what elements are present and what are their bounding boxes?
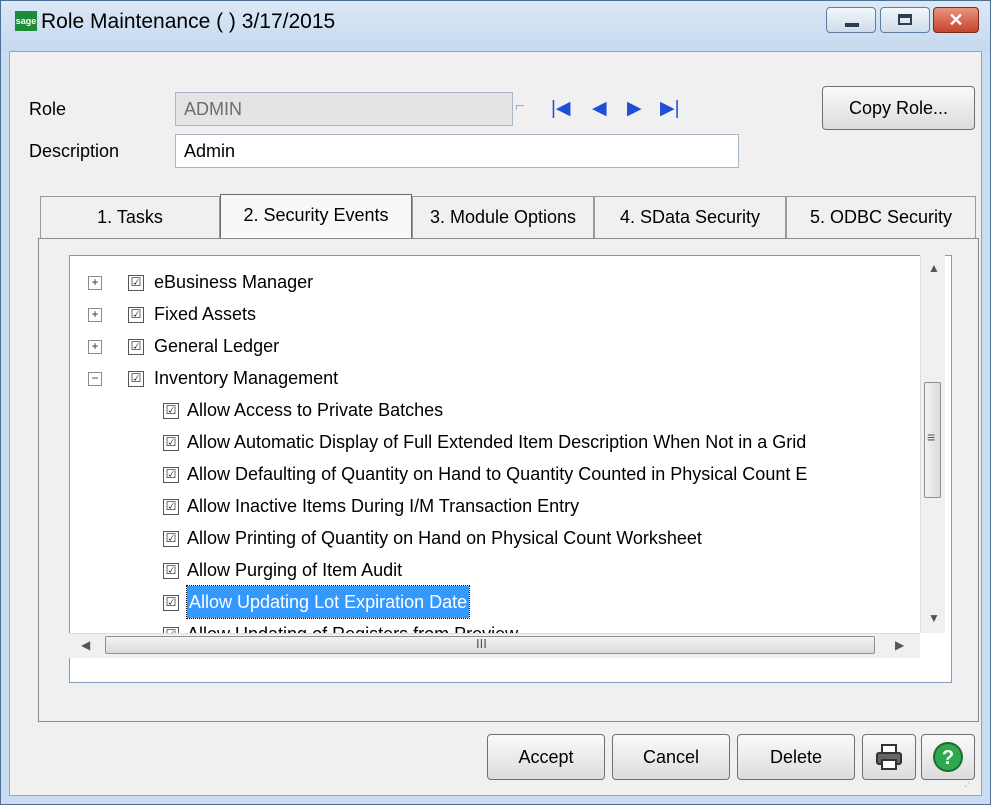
close-icon: ✕ — [948, 10, 964, 30]
expand-icon[interactable]: + — [88, 308, 102, 322]
sage-logo-icon: sage — [15, 11, 37, 31]
tab-odbc-security[interactable]: 5. ODBC Security — [786, 196, 976, 238]
description-field[interactable]: Admin — [175, 134, 739, 168]
checkbox[interactable]: ☑ — [163, 563, 179, 579]
tree-row-label-selected: Allow Updating Lot Expiration Date — [185, 585, 471, 619]
svg-text:?: ? — [942, 747, 954, 769]
scroll-left-icon[interactable]: ◀ — [81, 638, 90, 652]
horizontal-scrollbar[interactable]: ◀ III ▶ — [69, 633, 920, 658]
tree-row-label: Allow Purging of Item Audit — [187, 560, 403, 580]
next-record-icon[interactable]: ▶ — [627, 98, 642, 120]
security-tree[interactable]: + ☑ eBusiness Manager + ☑ Fixed Assets +… — [69, 255, 952, 683]
checkbox[interactable]: ☑ — [163, 595, 179, 611]
close-button[interactable]: ✕ — [933, 7, 979, 33]
tree-row-label: Allow Printing of Quantity on Hand on Ph… — [187, 528, 702, 548]
tab-sdata-security[interactable]: 4. SData Security — [594, 196, 786, 238]
copy-role-button[interactable]: Copy Role... — [822, 86, 975, 130]
checkbox[interactable]: ☑ — [163, 467, 179, 483]
security-events-panel: + ☑ eBusiness Manager + ☑ Fixed Assets +… — [38, 238, 979, 722]
checkbox[interactable]: ☑ — [163, 403, 179, 419]
description-label: Description — [29, 141, 120, 161]
scroll-right-icon[interactable]: ▶ — [895, 638, 904, 652]
tree-row-label: Fixed Assets — [154, 304, 257, 324]
last-record-icon[interactable]: ▶| — [660, 98, 680, 120]
tab-tasks[interactable]: 1. Tasks — [40, 196, 220, 238]
vertical-scrollbar[interactable]: ▲ ≡ ▼ — [920, 255, 945, 633]
horizontal-scroll-thumb[interactable]: III — [105, 636, 875, 654]
expand-icon[interactable]: + — [88, 276, 102, 290]
delete-button[interactable]: Delete — [737, 734, 855, 780]
print-button[interactable] — [862, 734, 916, 780]
lookup-icon[interactable]: ⌐ — [515, 98, 533, 122]
checkbox[interactable]: ☑ — [163, 499, 179, 515]
checkbox[interactable]: ☑ — [163, 531, 179, 547]
tab-security-events[interactable]: 2. Security Events — [220, 194, 412, 240]
minimize-button[interactable] — [826, 7, 876, 33]
tree-row-label: Inventory Management — [154, 368, 339, 388]
scroll-up-icon[interactable]: ▲ — [928, 261, 940, 275]
grip-icon: ≡ — [927, 429, 936, 445]
maximize-button[interactable] — [880, 7, 930, 33]
previous-record-icon[interactable]: ◀ — [592, 98, 607, 120]
minimize-icon — [845, 23, 859, 27]
role-field[interactable]: ADMIN — [175, 92, 513, 126]
cancel-button[interactable]: Cancel — [612, 734, 730, 780]
tree-row-label: Allow Defaulting of Quantity on Hand to … — [187, 464, 808, 484]
tree-row-label: Allow Automatic Display of Full Extended… — [187, 432, 807, 452]
checkbox[interactable]: ☑ — [128, 339, 144, 355]
accept-button[interactable]: Accept — [487, 734, 605, 780]
printer-icon — [876, 744, 902, 770]
role-label: Role — [29, 99, 67, 119]
checkbox[interactable]: ☑ — [128, 307, 144, 323]
window-title: Role Maintenance ( ) 3/17/2015 — [41, 10, 336, 33]
title-bar: sage Role Maintenance ( ) 3/17/2015 ✕ — [1, 1, 990, 51]
tree-row-label: Allow Inactive Items During I/M Transact… — [187, 496, 580, 516]
scroll-down-icon[interactable]: ▼ — [928, 611, 940, 625]
role-maintenance-window: sage Role Maintenance ( ) 3/17/2015 ✕ Ro… — [0, 0, 991, 805]
tree-row-label: Allow Access to Private Batches — [187, 400, 444, 420]
checkbox[interactable]: ☑ — [128, 275, 144, 291]
tree-row-label: eBusiness Manager — [154, 272, 314, 292]
resize-grip-icon[interactable]: ⋰ — [964, 778, 978, 792]
collapse-icon[interactable]: − — [88, 372, 102, 386]
tree-row-label: General Ledger — [154, 336, 280, 356]
help-icon: ? — [933, 742, 963, 772]
help-button[interactable]: ? — [921, 734, 975, 780]
checkbox[interactable]: ☑ — [163, 435, 179, 451]
maximize-icon — [898, 14, 912, 25]
dialog-body: Role ADMIN ⌐ |◀ ◀ ▶ ▶| Copy Role... Desc… — [9, 51, 982, 796]
expand-icon[interactable]: + — [88, 340, 102, 354]
vertical-scroll-thumb[interactable]: ≡ — [924, 382, 941, 498]
grip-icon: III — [476, 636, 487, 651]
first-record-icon[interactable]: |◀ — [551, 98, 571, 120]
tab-module-options[interactable]: 3. Module Options — [412, 196, 594, 238]
checkbox[interactable]: ☑ — [128, 371, 144, 387]
